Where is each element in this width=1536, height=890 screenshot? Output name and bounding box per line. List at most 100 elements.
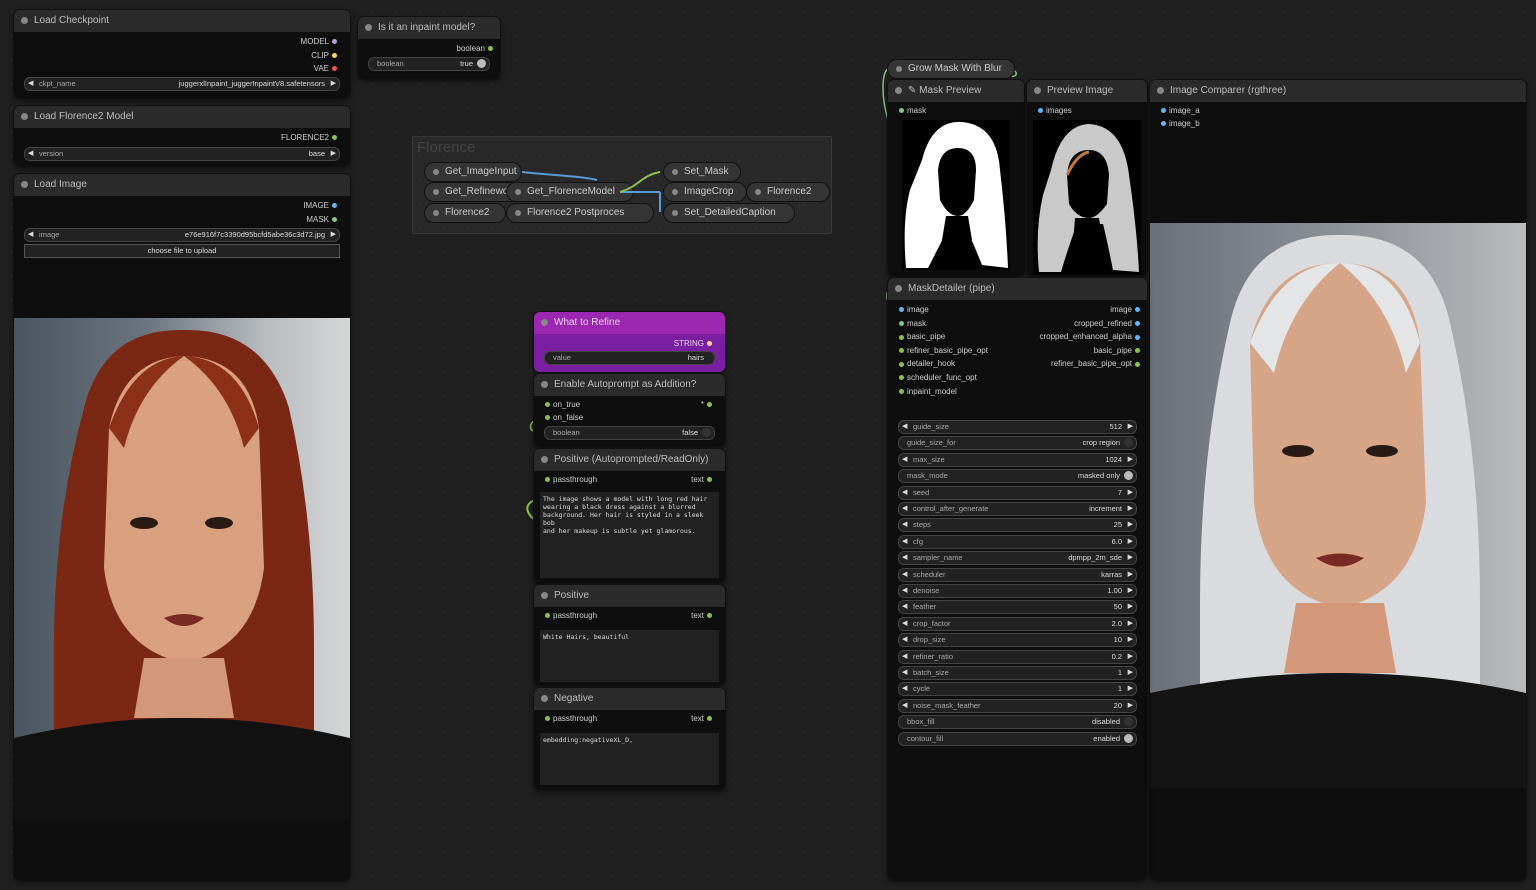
input-mask[interactable]: mask [896,106,926,115]
input-image-b[interactable]: image_b [1158,119,1200,128]
node-title[interactable]: Positive [534,585,725,607]
output-text[interactable]: text [691,611,715,620]
input-image[interactable]: image [896,305,929,314]
node-positive[interactable]: Positive passthrough text White Hairs, b… [534,585,725,685]
input-on-false[interactable]: on_false [542,413,583,422]
node-title[interactable]: ✎ Mask Preview [888,80,1024,102]
mask-mode-widget[interactable]: mask_mode masked only [898,469,1137,484]
node-mask-detailer[interactable]: MaskDetailer (pipe) image mask basic_pipe r… [888,278,1147,880]
slot-dot[interactable] [899,361,904,367]
autoprompt-textarea[interactable]: The image shows a model with long red ha… [540,492,719,578]
node-title[interactable]: Image Comparer (rgthree) [1150,80,1526,102]
refiner-ratio-widget[interactable]: refiner_ratio 0.2 [898,649,1137,664]
node-title[interactable]: Positive (Autoprompted/ReadOnly) [534,449,725,471]
slot-dot[interactable] [899,348,904,354]
slot-dot[interactable] [899,375,904,381]
node-title[interactable]: Preview Image [1027,80,1147,102]
slot-dot[interactable] [545,402,550,408]
slot-dot[interactable] [707,341,712,347]
slot-dot[interactable] [545,415,550,421]
slot-dot[interactable] [707,477,712,483]
output-refiner-basic-pipe-opt[interactable]: refiner_basic_pipe_opt [1051,359,1143,368]
contour-fill-widget[interactable]: contour_fill enabled [898,731,1137,746]
crop-factor-widget[interactable]: crop_factor 2.0 [898,616,1137,631]
output-basic-pipe[interactable]: basic_pipe [1094,346,1143,355]
input-basic-pipe[interactable]: basic_pipe [896,332,945,341]
input-image-a[interactable]: image_a [1158,106,1200,115]
guide-size-widget[interactable]: guide_size 512 [898,420,1137,434]
node-title[interactable]: MaskDetailer (pipe) [888,278,1147,300]
drop-size-widget[interactable]: drop_size 10 [898,633,1137,648]
node-title[interactable]: What to Refine [534,312,725,334]
input-passthrough[interactable]: passthrough [542,714,597,723]
max-size-widget[interactable]: max_size 1024 [898,452,1137,467]
batch-size-widget[interactable]: batch_size 1 [898,666,1137,680]
sampler-name-widget[interactable]: sampler_name dpmpp_2m_sde [898,551,1137,566]
input-on-true[interactable]: on_true [542,400,580,409]
slot-dot[interactable] [707,716,712,722]
toggle-knob[interactable] [702,428,711,437]
slot-dot[interactable] [1135,320,1140,326]
control-after-generate-widget[interactable]: control_after_generate increment [898,502,1137,516]
slot-dot[interactable] [707,613,712,619]
node-enable-autoprompt[interactable]: Enable Autoprompt as Addition? on_true *… [534,374,725,446]
slot-dot[interactable] [899,388,904,394]
slot-dot[interactable] [1161,121,1166,127]
positive-textarea[interactable]: White Hairs, beautiful [540,630,719,682]
output-cropped-enhanced-alpha[interactable]: cropped_enhanced_alpha [1039,332,1143,341]
slot-dot[interactable] [707,402,712,408]
cycle-widget[interactable]: cycle 1 [898,682,1137,697]
input-images[interactable]: images [1035,106,1072,115]
slot-dot[interactable] [545,477,550,483]
value-widget[interactable]: value hairs [544,351,715,365]
cfg-widget[interactable]: cfg 6.0 [898,534,1137,549]
node-title[interactable]: Negative [534,688,725,710]
slot-dot[interactable] [899,307,904,313]
slot-dot[interactable] [1161,108,1166,114]
slot-dot[interactable] [545,716,550,722]
node-mask-preview[interactable]: ✎ Mask Preview mask [888,80,1024,276]
toggle-knob[interactable] [1124,733,1133,743]
node-positive-autoprompted[interactable]: Positive (Autoprompted/ReadOnly) passthr… [534,449,725,583]
slot-dot[interactable] [1135,334,1140,340]
slot-dot[interactable] [1135,348,1140,354]
input-inpaint-model[interactable]: inpaint_model [896,387,957,396]
slot-dot[interactable] [1135,307,1140,313]
node-what-to-refine[interactable]: What to Refine STRING value hairs [534,312,725,372]
toggle-knob[interactable] [1124,717,1133,727]
feather-widget[interactable]: feather 50 [898,600,1137,615]
comparer-photo[interactable] [1150,223,1526,788]
node-image-comparer[interactable]: Image Comparer (rgthree) image_a image_b [1150,80,1526,880]
steps-widget[interactable]: steps 25 [898,518,1137,533]
toggle-knob[interactable] [1124,471,1133,481]
input-passthrough[interactable]: passthrough [542,611,597,620]
node-negative[interactable]: Negative passthrough text embedding:nega… [534,688,725,790]
input-scheduler-func-opt[interactable]: scheduler_func_opt [896,373,977,382]
node-title[interactable]: Enable Autoprompt as Addition? [534,374,725,396]
output-image[interactable]: image [1110,305,1143,314]
denoise-widget[interactable]: denoise 1.00 [898,584,1137,598]
negative-textarea[interactable]: embedding:negativeXL_D, [540,733,719,785]
bbox-fill-widget[interactable]: bbox_fill disabled [898,715,1137,730]
output-any[interactable]: * [701,400,715,409]
slot-dot[interactable] [899,108,904,114]
node-grow-mask-blur[interactable]: Grow Mask With Blur [888,60,1014,78]
input-mask[interactable]: mask [896,319,926,328]
boolean-toggle[interactable]: boolean false [544,426,715,440]
slot-dot[interactable] [545,613,550,619]
guide-size-for-widget[interactable]: guide_size_for crop region [898,436,1137,451]
slot-dot[interactable] [1135,361,1140,367]
output-text[interactable]: text [691,475,715,484]
input-passthrough[interactable]: passthrough [542,475,597,484]
scheduler-widget[interactable]: scheduler karras [898,567,1137,582]
toggle-knob[interactable] [1124,438,1133,448]
seed-widget[interactable]: seed 7 [898,485,1137,500]
output-text[interactable]: text [691,714,715,723]
output-cropped-refined[interactable]: cropped_refined [1074,319,1143,328]
input-refiner-basic-pipe-opt[interactable]: refiner_basic_pipe_opt [896,346,988,355]
input-detailer-hook[interactable]: detailer_hook [896,359,955,368]
output-string[interactable]: STRING [674,339,715,348]
slot-dot[interactable] [899,334,904,340]
slot-dot[interactable] [899,320,904,326]
noise-mask-feather-widget[interactable]: noise_mask_feather 20 [898,698,1137,713]
